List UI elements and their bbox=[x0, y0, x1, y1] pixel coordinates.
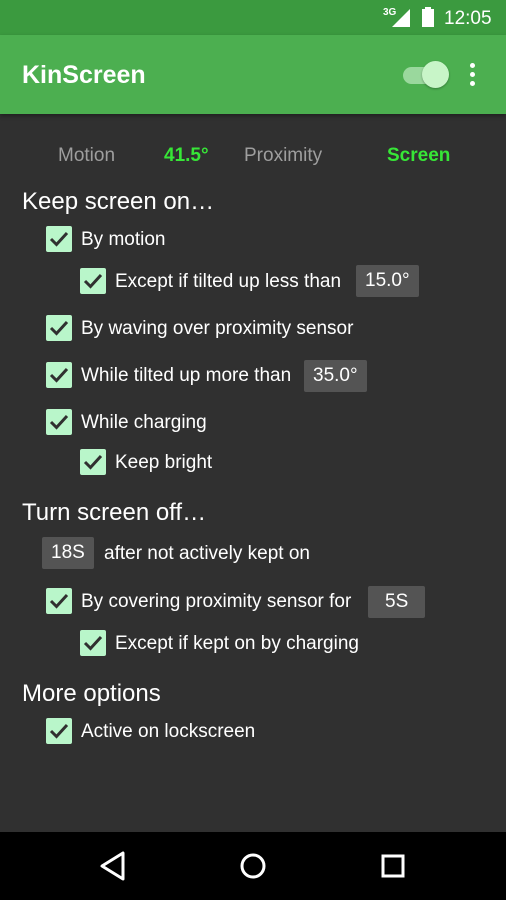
proximity-label: Proximity bbox=[244, 145, 323, 166]
check-icon bbox=[83, 635, 103, 651]
clock: 12:05 bbox=[444, 8, 492, 29]
recents-icon[interactable] bbox=[373, 848, 413, 884]
option-label: By motion bbox=[81, 229, 166, 250]
motion-value: 41.5° bbox=[164, 145, 209, 166]
check-icon bbox=[49, 723, 69, 739]
timeout-label: after not actively kept on bbox=[104, 543, 310, 564]
check-icon bbox=[49, 414, 69, 430]
checkbox-by-waving[interactable] bbox=[46, 315, 72, 341]
checkbox-lockscreen[interactable] bbox=[46, 718, 72, 744]
home-icon[interactable] bbox=[233, 848, 273, 884]
check-icon bbox=[83, 454, 103, 470]
battery-icon bbox=[422, 7, 434, 27]
check-icon bbox=[83, 273, 103, 289]
section-title-keep-on: Keep screen on… bbox=[22, 188, 215, 215]
proximity-value: Screen bbox=[387, 145, 451, 166]
option-label: While tilted up more than bbox=[81, 365, 292, 386]
check-icon bbox=[49, 367, 69, 383]
checkbox-by-covering[interactable] bbox=[46, 588, 72, 614]
check-icon bbox=[49, 320, 69, 336]
app-title: KinScreen bbox=[22, 61, 146, 89]
option-label: By covering proximity sensor for bbox=[81, 591, 352, 612]
checkbox-while-charging[interactable] bbox=[46, 409, 72, 435]
checkbox-except-tilted[interactable] bbox=[80, 268, 106, 294]
checkbox-by-motion[interactable] bbox=[46, 226, 72, 252]
option-label: Except if kept on by charging bbox=[115, 633, 359, 654]
checkbox-except-charging[interactable] bbox=[80, 630, 106, 656]
master-toggle[interactable] bbox=[400, 59, 452, 89]
section-title-more: More options bbox=[22, 680, 161, 707]
option-label: While charging bbox=[81, 412, 207, 433]
navigation-bar bbox=[0, 832, 506, 900]
min-tilt-value[interactable]: 15.0° bbox=[356, 265, 419, 297]
checkbox-keep-bright[interactable] bbox=[80, 449, 106, 475]
sensor-readouts: Motion 41.5° Proximity Screen bbox=[0, 145, 506, 169]
option-label: Keep bright bbox=[115, 452, 213, 473]
check-icon bbox=[49, 231, 69, 247]
option-label: Except if tilted up less than bbox=[115, 271, 342, 292]
back-icon[interactable] bbox=[93, 848, 133, 884]
motion-label: Motion bbox=[58, 145, 116, 166]
timeout-value[interactable]: 18S bbox=[42, 537, 94, 569]
toggle-thumb bbox=[422, 61, 449, 88]
overflow-menu-icon[interactable] bbox=[463, 60, 481, 90]
option-label: By waving over proximity sensor bbox=[81, 318, 354, 339]
option-label: Active on lockscreen bbox=[81, 721, 256, 742]
app-bar: KinScreen bbox=[0, 35, 506, 114]
max-tilt-value[interactable]: 35.0° bbox=[304, 360, 367, 392]
section-title-turn-off: Turn screen off… bbox=[22, 499, 207, 526]
cover-duration-value[interactable]: 5S bbox=[368, 586, 426, 618]
signal-icon bbox=[392, 9, 410, 27]
check-icon bbox=[49, 593, 69, 609]
checkbox-while-tilted[interactable] bbox=[46, 362, 72, 388]
status-bar: 3G 12:05 bbox=[0, 0, 506, 35]
